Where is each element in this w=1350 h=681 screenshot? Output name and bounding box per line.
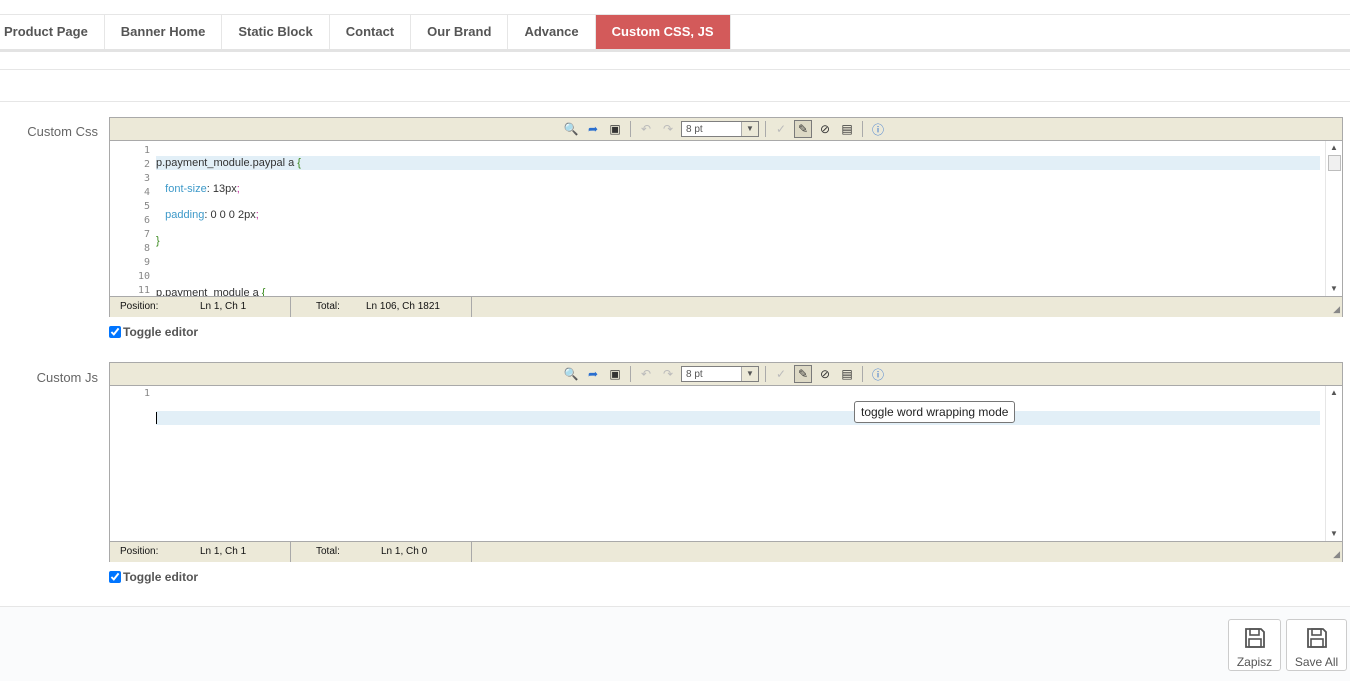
toggle-js-editor[interactable]: Toggle editor [109, 570, 198, 584]
toolbar-separator [765, 121, 766, 137]
tab-static-block[interactable]: Static Block [222, 15, 330, 49]
toolbar-separator [765, 366, 766, 382]
chevron-down-icon: ▼ [741, 367, 758, 381]
code-area[interactable]: 1 2 3 4 5 6 7 8 9 10 11 p.payment_module… [110, 141, 1342, 296]
tab-banner-home[interactable]: Banner Home [105, 15, 223, 49]
search-icon[interactable]: 🔍 [562, 120, 580, 138]
code-text[interactable] [156, 387, 1320, 449]
undo-icon[interactable]: ↶ [637, 120, 655, 138]
save-button[interactable]: Zapisz [1228, 619, 1281, 671]
save-all-button[interactable]: Save All [1286, 619, 1347, 671]
save-icon [1244, 628, 1265, 648]
tab-product-page[interactable]: Product Page [0, 15, 105, 49]
status-total: Total: Ln 1, Ch 0 [291, 542, 472, 562]
goto-line-icon[interactable]: ➦ [584, 365, 602, 383]
tab-custom-css-js[interactable]: Custom CSS, JS [595, 15, 731, 49]
help-icon[interactable]: ⓘ [869, 365, 887, 383]
custom-js-editor: 🔍 ➦ ▣ ↶ ↷ 8 pt ▼ ✓ ✎ ⊘ ▤ ⓘ 1 ▲ ▼ Positio… [109, 362, 1343, 562]
divider [0, 69, 1350, 70]
scroll-up-icon[interactable]: ▲ [1326, 386, 1342, 400]
divider [0, 101, 1350, 102]
font-size-select[interactable]: 8 pt ▼ [681, 121, 759, 137]
scroll-down-icon[interactable]: ▼ [1326, 527, 1342, 541]
tab-contact[interactable]: Contact [330, 15, 412, 49]
text-cursor [156, 412, 157, 425]
toolbar-separator [862, 121, 863, 137]
toggle-css-editor[interactable]: Toggle editor [109, 325, 198, 339]
editor-statusbar: Position: Ln 1, Ch 1 Total: Ln 106, Ch 1… [110, 296, 1342, 317]
toggle-css-editor-checkbox[interactable] [109, 326, 121, 338]
scroll-up-icon[interactable]: ▲ [1326, 141, 1342, 155]
search-icon[interactable]: 🔍 [562, 365, 580, 383]
reset-icon[interactable]: ⊘ [816, 120, 834, 138]
toggle-js-editor-checkbox[interactable] [109, 571, 121, 583]
word-wrap-icon[interactable]: ▤ [838, 120, 856, 138]
word-wrap-icon[interactable]: ▤ [838, 365, 856, 383]
status-position: Position: Ln 1, Ch 1 [110, 297, 291, 317]
vertical-scrollbar[interactable]: ▲ ▼ [1325, 386, 1342, 541]
status-total: Total: Ln 106, Ch 1821 [291, 297, 472, 317]
toolbar-separator [630, 121, 631, 137]
highlight-icon[interactable]: ✎ [794, 120, 812, 138]
scroll-down-icon[interactable]: ▼ [1326, 282, 1342, 296]
custom-css-editor: 🔍 ➦ ▣ ↶ ↷ 8 pt ▼ ✓ ✎ ⊘ ▤ ⓘ 1 2 3 4 5 6 7 … [109, 117, 1343, 317]
code-text[interactable]: p.payment_module.paypal a { font-size: 1… [156, 144, 1320, 296]
toolbar-separator [862, 366, 863, 382]
highlight-icon[interactable]: ✎ [794, 365, 812, 383]
editor-toolbar: 🔍 ➦ ▣ ↶ ↷ 8 pt ▼ ✓ ✎ ⊘ ▤ ⓘ [110, 118, 1342, 141]
fullscreen-icon[interactable]: ▣ [606, 120, 624, 138]
reset-icon[interactable]: ⊘ [816, 365, 834, 383]
resize-grip-icon[interactable]: ◢ [1333, 304, 1340, 315]
fullscreen-icon[interactable]: ▣ [606, 365, 624, 383]
font-size-select[interactable]: 8 pt ▼ [681, 366, 759, 382]
help-icon[interactable]: ⓘ [869, 120, 887, 138]
goto-line-icon[interactable]: ➦ [584, 120, 602, 138]
spellcheck-icon[interactable]: ✓ [772, 120, 790, 138]
vertical-scrollbar[interactable]: ▲ ▼ [1325, 141, 1342, 296]
status-position: Position: Ln 1, Ch 1 [110, 542, 291, 562]
redo-icon[interactable]: ↷ [659, 365, 677, 383]
resize-grip-icon[interactable]: ◢ [1333, 549, 1340, 560]
code-area[interactable]: 1 ▲ ▼ [110, 386, 1342, 541]
editor-toolbar: 🔍 ➦ ▣ ↶ ↷ 8 pt ▼ ✓ ✎ ⊘ ▤ ⓘ [110, 363, 1342, 386]
chevron-down-icon: ▼ [741, 122, 758, 136]
form-footer: Zapisz Save All [0, 606, 1350, 681]
word-wrap-tooltip: toggle word wrapping mode [854, 401, 1016, 423]
spellcheck-icon[interactable]: ✓ [772, 365, 790, 383]
save-icon [1306, 628, 1327, 648]
line-numbers: 1 [143, 388, 150, 399]
toolbar-separator [630, 366, 631, 382]
scroll-thumb[interactable] [1328, 155, 1341, 171]
custom-js-label: Custom Js [36, 370, 98, 385]
tab-bar: Product Page Banner Home Static Block Co… [0, 14, 1350, 52]
line-numbers: 1 2 3 4 5 6 7 8 9 10 11 [137, 145, 150, 296]
undo-icon[interactable]: ↶ [637, 365, 655, 383]
tab-our-brand[interactable]: Our Brand [411, 15, 509, 49]
custom-css-label: Custom Css [27, 124, 98, 139]
tab-advance[interactable]: Advance [508, 15, 596, 49]
editor-statusbar: Position: Ln 1, Ch 1 Total: Ln 1, Ch 0 ◢ [110, 541, 1342, 562]
redo-icon[interactable]: ↷ [659, 120, 677, 138]
